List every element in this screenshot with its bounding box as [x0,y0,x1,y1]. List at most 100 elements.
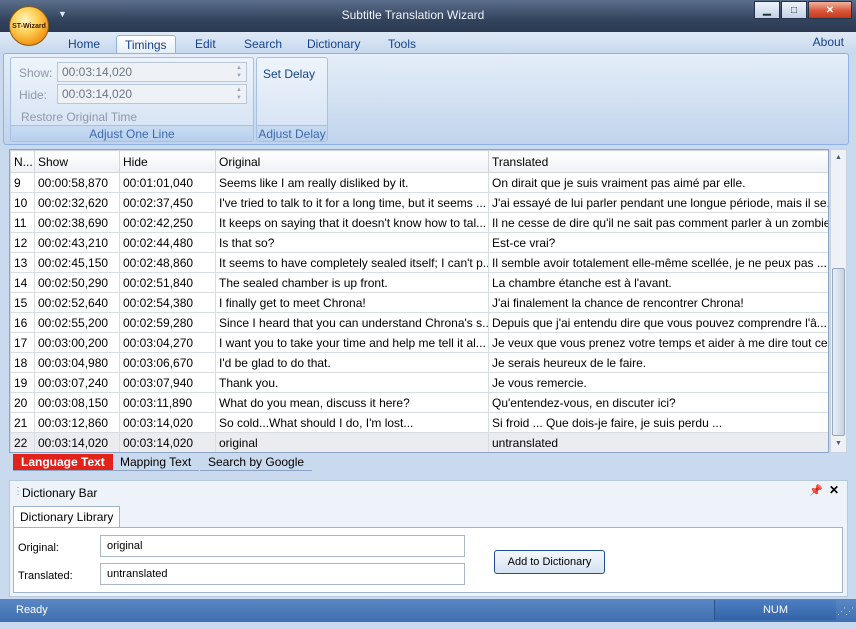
tab-edit[interactable]: Edit [187,35,224,54]
cell-translated[interactable]: J'ai finalement la chance de rencontrer … [488,292,828,313]
resize-grip-icon[interactable]: ⋰⋰ [837,606,854,617]
tab-mapping-text[interactable]: Mapping Text [112,454,200,471]
cell-translated[interactable]: Je serais heureux de le faire. [488,352,828,373]
column-header-original[interactable]: Original [215,150,489,173]
cell-number[interactable]: 9 [10,172,35,193]
cell-original[interactable]: Since I heard that you can understand Ch… [215,312,489,333]
cell-hide[interactable]: 00:02:42,250 [119,212,216,233]
table-row[interactable]: 14 00:02:50,290 00:02:51,840 The sealed cha… [10,272,828,293]
cell-translated[interactable]: untranslated [488,432,828,452]
cell-number[interactable]: 13 [10,252,35,273]
cell-translated[interactable]: Je veux que vous prenez votre temps et a… [488,332,828,353]
scroll-thumb[interactable] [832,268,845,436]
cell-hide[interactable]: 00:03:06,670 [119,352,216,373]
cell-number[interactable]: 21 [10,412,35,433]
cell-show[interactable]: 00:03:00,200 [34,332,120,353]
cell-original[interactable]: Thank you. [215,372,489,393]
column-header-translated[interactable]: Translated [488,150,828,173]
cell-translated[interactable]: J'ai essayé de lui parler pendant une lo… [488,192,828,213]
cell-show[interactable]: 00:03:08,150 [34,392,120,413]
table-row[interactable]: 15 00:02:52,640 00:02:54,380 I finally get … [10,292,828,313]
cell-show[interactable]: 00:03:04,980 [34,352,120,373]
tab-dictionary[interactable]: Dictionary [299,35,368,54]
restore-original-time-button[interactable]: Restore Original Time [21,110,137,124]
cell-translated[interactable]: On dirait que je suis vraiment pas aimé … [488,172,828,193]
cell-hide[interactable]: 00:03:11,890 [119,392,216,413]
cell-original[interactable]: I want you to take your time and help me… [215,332,489,353]
cell-number[interactable]: 18 [10,352,35,373]
minimize-button[interactable]: ▁ [754,1,780,19]
cell-original[interactable]: It seems to have completely sealed itsel… [215,252,489,273]
show-spin-arrows-icon[interactable]: ▲ ▼ [234,64,244,80]
column-header-show[interactable]: Show [34,150,120,173]
cell-original[interactable]: What do you mean, discuss it here? [215,392,489,413]
cell-number[interactable]: 15 [10,292,35,313]
column-header-hide[interactable]: Hide [119,150,216,173]
scroll-up-icon[interactable]: ▲ [831,150,846,166]
cell-original[interactable]: I finally get to meet Chrona! [215,292,489,313]
tab-language-text[interactable]: Language Text [13,454,113,471]
cell-hide[interactable]: 00:02:48,860 [119,252,216,273]
cell-show[interactable]: 00:00:58,870 [34,172,120,193]
tab-timings[interactable]: Timings [116,35,176,54]
set-delay-button[interactable]: Set Delay [263,67,315,81]
cell-show[interactable]: 00:02:38,690 [34,212,120,233]
cell-translated[interactable]: Je vous remercie. [488,372,828,393]
cell-hide[interactable]: 00:03:04,270 [119,332,216,353]
table-row[interactable]: 18 00:03:04,980 00:03:06,670 I'd be glad to… [10,352,828,373]
cell-translated[interactable]: Depuis que j'ai entendu dire que vous po… [488,312,828,333]
application-orb-button[interactable]: ST-Wizard [9,6,49,46]
maximize-button[interactable]: □ [781,1,807,19]
cell-hide[interactable]: 00:02:44,480 [119,232,216,253]
cell-show[interactable]: 00:02:43,210 [34,232,120,253]
tab-search-by-google[interactable]: Search by Google [200,454,313,471]
cell-original[interactable]: I've tried to talk to it for a long time… [215,192,489,213]
translated-input[interactable]: untranslated [100,563,465,585]
grid-vertical-scrollbar[interactable]: ▲ ▼ [830,149,847,453]
cell-show[interactable]: 00:02:55,200 [34,312,120,333]
cell-number[interactable]: 19 [10,372,35,393]
about-link[interactable]: About [813,35,844,49]
cell-show[interactable]: 00:03:14,020 [34,432,120,452]
cell-number[interactable]: 10 [10,192,35,213]
table-row[interactable]: 22 00:03:14,020 00:03:14,020 original untran… [10,432,828,452]
tab-home[interactable]: Home [60,35,108,54]
show-time-input[interactable]: 00:03:14,020 ▲ ▼ [57,62,247,82]
tab-search[interactable]: Search [236,35,290,54]
cell-hide[interactable]: 00:03:14,020 [119,412,216,433]
cell-original[interactable]: Seems like I am really disliked by it. [215,172,489,193]
cell-show[interactable]: 00:02:32,620 [34,192,120,213]
hide-spin-arrows-icon[interactable]: ▲ ▼ [234,86,244,102]
table-row[interactable]: 9 00:00:58,870 00:01:01,040 Seems like I am… [10,172,828,193]
tab-dictionary-library[interactable]: Dictionary Library [13,506,121,528]
cell-original[interactable]: original [215,432,489,452]
add-to-dictionary-button[interactable]: Add to Dictionary [494,550,605,574]
dictionary-close-icon[interactable]: ✕ [829,483,839,497]
cell-hide[interactable]: 00:02:59,280 [119,312,216,333]
table-row[interactable]: 13 00:02:45,150 00:02:48,860 It seems to ha… [10,252,828,273]
table-row[interactable]: 12 00:02:43,210 00:02:44,480 Is that so? Est… [10,232,828,253]
cell-translated[interactable]: Il ne cesse de dire qu'il ne sait pas co… [488,212,828,233]
cell-hide[interactable]: 00:03:07,940 [119,372,216,393]
cell-original[interactable]: It keeps on saying that it doesn't know … [215,212,489,233]
table-row[interactable]: 17 00:03:00,200 00:03:04,270 I want you to … [10,332,828,353]
cell-show[interactable]: 00:03:12,860 [34,412,120,433]
scroll-down-icon[interactable]: ▼ [831,436,846,452]
cell-hide[interactable]: 00:02:54,380 [119,292,216,313]
tab-tools[interactable]: Tools [380,35,424,54]
original-input[interactable]: original [100,535,465,557]
cell-original[interactable]: Is that so? [215,232,489,253]
cell-show[interactable]: 00:02:45,150 [34,252,120,273]
cell-hide[interactable]: 00:02:37,450 [119,192,216,213]
table-row[interactable]: 11 00:02:38,690 00:02:42,250 It keeps on sa… [10,212,828,233]
table-row[interactable]: 19 00:03:07,240 00:03:07,940 Thank you. Je v… [10,372,828,393]
cell-translated[interactable]: Il semble avoir totalement elle-même sce… [488,252,828,273]
hide-time-input[interactable]: 00:03:14,020 ▲ ▼ [57,84,247,104]
cell-original[interactable]: The sealed chamber is up front. [215,272,489,293]
cell-hide[interactable]: 00:02:51,840 [119,272,216,293]
column-header-number[interactable]: N... [10,150,35,173]
cell-show[interactable]: 00:02:50,290 [34,272,120,293]
pin-icon[interactable]: 📌 [809,484,823,497]
cell-translated[interactable]: La chambre étanche est à l'avant. [488,272,828,293]
cell-number[interactable]: 20 [10,392,35,413]
